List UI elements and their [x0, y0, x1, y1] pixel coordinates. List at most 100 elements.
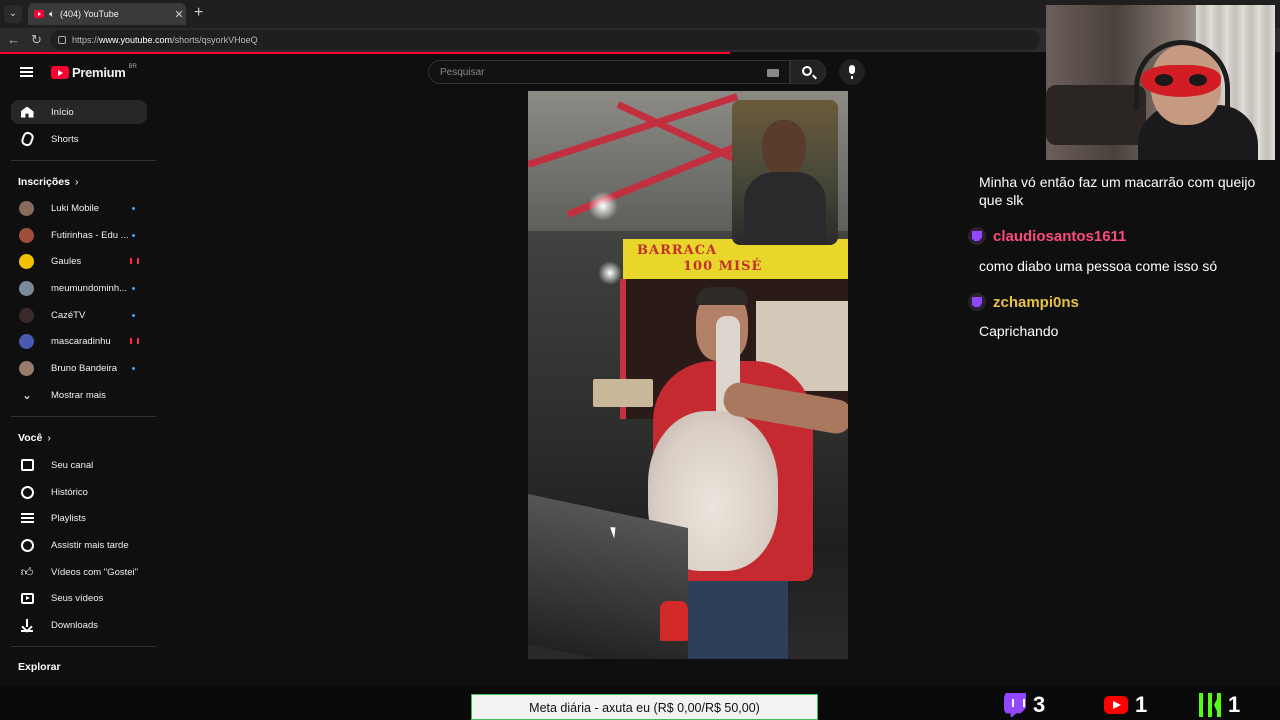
sidebar-item-downloads[interactable]: Downloads: [11, 613, 147, 637]
sidebar-item-subscription[interactable]: Gaules: [11, 249, 147, 273]
url-field[interactable]: https://www.youtube.com/shorts/qsyorkVHo…: [50, 30, 1040, 50]
sidebar-item-subscription[interactable]: meumundominh...: [11, 276, 147, 300]
chat-message-text: Caprichando: [979, 323, 1059, 339]
twitch-icon: [968, 293, 986, 311]
close-tab-icon[interactable]: ✕: [172, 8, 186, 21]
sidebar-item-label: Seus vídeos: [51, 592, 104, 604]
sidebar-item-shorts[interactable]: Shorts: [11, 127, 147, 151]
sidebar-item-subscription[interactable]: mascaradinhu: [11, 329, 147, 353]
new-content-dot: [132, 233, 135, 237]
chat-message: Minha vó então faz um macarrão com queij…: [966, 160, 1280, 212]
sidebar-item-seu-canal[interactable]: Seu canal: [11, 453, 147, 477]
sign-text-line2: 100 MISÉ: [683, 259, 763, 274]
search-button[interactable]: [790, 60, 826, 84]
chat-message-text: Minha vó então faz um macarrão com queij…: [979, 174, 1256, 208]
home-icon: [19, 104, 35, 120]
sidebar: Início Shorts Inscrições › Luki Mobile Fu…: [0, 98, 158, 686]
sidebar-item-subscription[interactable]: Futirinhas - Edu ...: [11, 223, 147, 247]
twitch-icon: [1004, 693, 1026, 717]
chat-username: zchampi0ns: [993, 293, 1079, 311]
new-content-dot: [132, 206, 135, 210]
sidebar-item-historico[interactable]: Histórico: [11, 480, 147, 504]
brand-text: Premium: [72, 65, 126, 80]
avatar: [19, 307, 34, 323]
video-scene-ketchup: [660, 601, 688, 641]
playlists-icon: [19, 510, 35, 526]
channel-icon: [19, 457, 35, 473]
twitch-viewer-count: 3: [1004, 692, 1045, 718]
video-reaction-inset: [732, 100, 838, 245]
search-input[interactable]: Pesquisar: [428, 60, 790, 84]
streamer-facecam: [1046, 5, 1275, 160]
youtube-viewer-count: 1: [1104, 692, 1147, 718]
sidebar-item-label: Shorts: [51, 133, 79, 145]
speaker-icon[interactable]: 🔈︎: [49, 9, 55, 20]
sidebar-show-more[interactable]: ⌄ Mostrar mais: [11, 383, 147, 407]
sidebar-item-your-videos[interactable]: Seus vídeos: [11, 586, 147, 610]
download-icon: [19, 617, 35, 633]
sidebar-item-label: Playlists: [51, 512, 86, 524]
inset-body: [744, 172, 826, 245]
browser-tab[interactable]: 🔈︎ (404) YouTube ✕: [28, 3, 186, 25]
sidebar-item-label: Futirinhas - Edu ...: [51, 229, 129, 241]
like-icon: 👍︎: [20, 564, 34, 579]
sidebar-item-subscription[interactable]: Bruno Bandeira: [11, 356, 147, 380]
back-icon[interactable]: ←: [7, 32, 20, 47]
youtube-favicon-icon: [34, 10, 44, 18]
sidebar-item-subscription[interactable]: Luki Mobile: [11, 196, 147, 220]
chat-user: claudiosantos1611: [968, 227, 1126, 245]
chat-message: zchampi0ns Caprichando: [966, 290, 1280, 346]
sidebar-item-label: Histórico: [51, 486, 88, 498]
sidebar-item-label: Luki Mobile: [51, 202, 100, 214]
kick-icon: [1199, 693, 1221, 717]
sidebar-item-subscription[interactable]: CazéTV: [11, 303, 147, 327]
sidebar-item-label: Gaules: [51, 255, 82, 267]
live-icon: [130, 258, 139, 264]
new-content-dot: [132, 366, 135, 370]
avatar: [19, 333, 34, 349]
watch-later-icon: [19, 537, 35, 553]
facecam-sofa: [1046, 85, 1146, 145]
sidebar-item-label: meumundominh...: [51, 282, 128, 294]
youtube-count: 1: [1135, 692, 1148, 717]
sidebar-divider: [11, 416, 156, 417]
sidebar-item-playlists[interactable]: Playlists: [11, 506, 147, 530]
menu-icon[interactable]: [20, 67, 33, 77]
new-content-dot: [132, 313, 135, 317]
your-videos-icon: [19, 590, 35, 606]
tab-list-button[interactable]: ⌄: [4, 5, 22, 23]
sidebar-item-label: Bruno Bandeira: [51, 362, 118, 374]
site-info-icon[interactable]: [58, 36, 66, 44]
sidebar-item-watch-later[interactable]: Assistir mais tarde: [11, 533, 147, 557]
chat-username: claudiosantos1611: [993, 227, 1127, 245]
you-heading[interactable]: Você ›: [18, 432, 51, 444]
youtube-play-icon: [51, 66, 69, 79]
sidebar-item-label: Seu canal: [51, 459, 94, 471]
video-scene-jeans: [678, 581, 788, 659]
sidebar-item-inicio[interactable]: Início: [11, 100, 147, 124]
avatar: [19, 200, 34, 216]
microphone-icon: [849, 65, 855, 79]
youtube-logo[interactable]: Premium BR: [51, 64, 137, 80]
voice-search-button[interactable]: [839, 59, 865, 85]
kick-count: 1: [1228, 692, 1241, 717]
sidebar-item-liked[interactable]: 👍︎ Vídeos com "Gostei": [11, 560, 147, 584]
keyboard-icon[interactable]: [767, 69, 779, 77]
history-icon: [19, 484, 35, 500]
search-placeholder: Pesquisar: [440, 67, 485, 78]
twitch-icon: [968, 227, 986, 245]
new-tab-button[interactable]: +: [194, 4, 203, 22]
sign-text-line1: BARRACA: [637, 243, 718, 258]
donation-goal-text: Meta diária - axuta eu (R$ 0,00/R$ 50,00…: [529, 701, 760, 715]
reload-icon[interactable]: ↻: [31, 32, 42, 48]
avatar: [19, 253, 34, 269]
youtube-icon: [1104, 696, 1128, 714]
sidebar-item-label: Vídeos com "Gostei": [51, 566, 139, 578]
chat-user: zchampi0ns: [968, 293, 1079, 311]
twitch-count: 3: [1033, 692, 1046, 717]
video-scene-eggs: [593, 379, 653, 407]
video-scene-light: [588, 191, 618, 221]
subscriptions-heading[interactable]: Inscrições ›: [18, 176, 78, 188]
new-content-dot: [132, 286, 135, 290]
chevron-right-icon: ›: [47, 432, 51, 444]
